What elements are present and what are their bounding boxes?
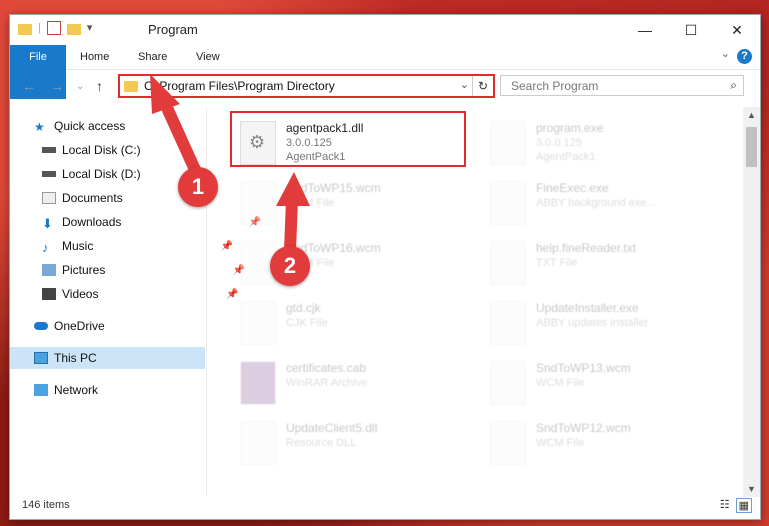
step-badge-1: 1	[178, 167, 218, 207]
annotation-arrows	[150, 74, 310, 256]
arrow-1	[150, 74, 202, 178]
step-badge-2: 2	[270, 246, 310, 286]
arrow-2	[276, 172, 310, 256]
